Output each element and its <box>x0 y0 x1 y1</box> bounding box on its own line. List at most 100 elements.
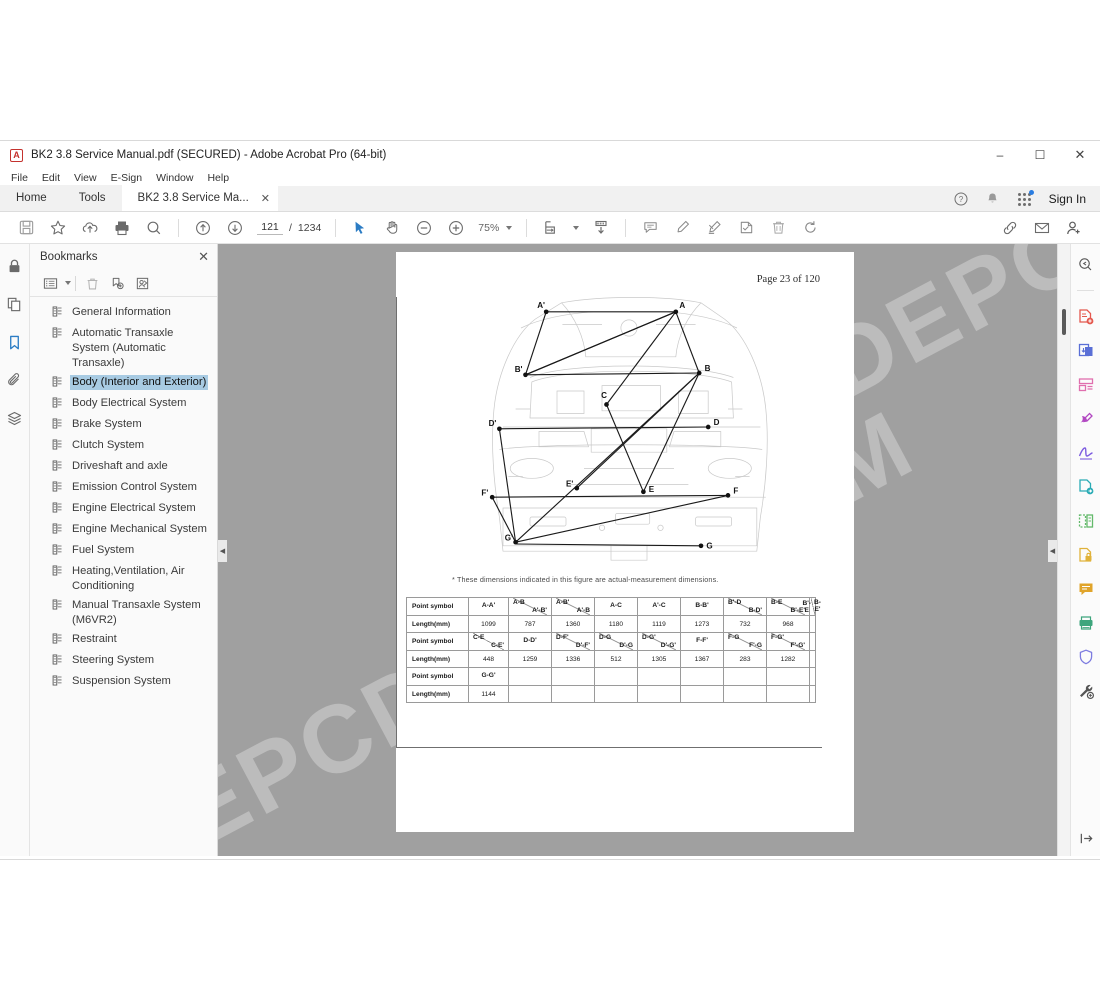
tab-home[interactable]: Home <box>0 185 63 211</box>
edit-pdf-icon[interactable] <box>1076 409 1096 429</box>
bookmark-item[interactable]: Driveshaft and axle <box>30 457 217 478</box>
menu-window[interactable]: Window <box>149 171 200 185</box>
print-icon[interactable] <box>106 214 138 242</box>
protection-shield-icon[interactable] <box>1076 647 1096 667</box>
stamp-icon[interactable] <box>730 214 762 242</box>
symbol-bottom: D'-G' <box>660 642 676 649</box>
tab-close-icon[interactable]: ✕ <box>261 192 270 205</box>
bookmark-item[interactable]: Manual Transaxle System (M6VR2) <box>30 596 217 630</box>
symbol-single: G-G' <box>481 672 496 679</box>
document-viewport[interactable]: EPCDEPOT.COM EPCDEPOT.COM Page 23 of 120 <box>218 244 1070 856</box>
chevron-down-icon-fit[interactable] <box>573 225 580 230</box>
link-icon[interactable] <box>994 214 1026 242</box>
fit-page-icon[interactable] <box>535 214 567 242</box>
delete-icon[interactable] <box>762 214 794 242</box>
create-pdf-icon[interactable] <box>1076 307 1096 327</box>
zoom-in-button[interactable] <box>440 214 472 242</box>
upload-cloud-icon[interactable] <box>74 214 106 242</box>
bookmark-item[interactable]: Clutch System <box>30 436 217 457</box>
menu-edit[interactable]: Edit <box>35 171 67 185</box>
mail-icon[interactable] <box>1026 214 1058 242</box>
tab-document-label: BK2 3.8 Service Ma... <box>137 192 249 204</box>
bookmark-item[interactable]: Engine Mechanical System <box>30 520 217 541</box>
delete-bookmark-icon[interactable] <box>80 272 105 294</box>
layers-icon[interactable] <box>5 408 25 428</box>
next-page-button[interactable] <box>219 214 251 242</box>
fill-and-sign-icon[interactable] <box>1076 443 1096 463</box>
collapse-left-panel-button[interactable]: ◀ <box>218 540 227 562</box>
page-thumbnails-icon[interactable] <box>5 294 25 314</box>
bookmark-item[interactable]: Steering System <box>30 651 217 672</box>
help-icon[interactable]: ? <box>953 191 969 207</box>
sign-in-button[interactable]: Sign In <box>1049 192 1086 206</box>
bookmark-item-label: Heating,Ventilation, Air Conditioning <box>72 565 185 592</box>
scan-and-ocr-icon[interactable] <box>1076 613 1096 633</box>
collapse-right-panel-button[interactable]: ◀ <box>1048 540 1057 562</box>
bookmarks-icon[interactable] <box>5 332 25 352</box>
bookmark-item[interactable]: Heating,Ventilation, Air Conditioning <box>30 562 217 596</box>
maximize-button[interactable]: ☐ <box>1020 141 1060 169</box>
save-icon[interactable] <box>10 214 42 242</box>
options-list-icon[interactable] <box>38 272 63 294</box>
svg-text:?: ? <box>958 195 963 204</box>
menu-esign[interactable]: E-Sign <box>104 171 150 185</box>
bookmark-item-label: Driveshaft and axle <box>72 460 168 472</box>
bookmark-item[interactable]: Automatic Transaxle System (Automatic Tr… <box>30 324 217 373</box>
bookmark-item[interactable]: Fuel System <box>30 541 217 562</box>
document-scrollbar[interactable] <box>1057 244 1070 856</box>
add-user-icon[interactable] <box>1058 214 1090 242</box>
symbol-single: A-A' <box>481 602 496 609</box>
bookmark-item[interactable]: Emission Control System <box>30 478 217 499</box>
bookmark-item[interactable]: Engine Electrical System <box>30 499 217 520</box>
close-icon[interactable]: ✕ <box>198 249 209 265</box>
bookmark-item[interactable]: General Information <box>30 303 217 324</box>
bookmark-item[interactable]: Restraint <box>30 630 217 651</box>
scrollbar-thumb[interactable] <box>1062 309 1066 335</box>
zoom-level-selector[interactable]: 75% <box>478 222 513 234</box>
comment-icon[interactable] <box>634 214 666 242</box>
compare-files-icon[interactable] <box>1076 511 1096 531</box>
tab-document[interactable]: BK2 3.8 Service Ma... ✕ <box>121 185 278 211</box>
protect-icon[interactable] <box>1076 545 1096 565</box>
minimize-button[interactable]: – <box>980 141 1020 169</box>
hand-icon[interactable] <box>376 214 408 242</box>
tab-tools[interactable]: Tools <box>62 185 122 211</box>
length-value-cell <box>594 685 638 703</box>
menu-help[interactable]: Help <box>200 171 236 185</box>
page-number-input[interactable]: 121 <box>257 221 283 235</box>
security-lock-icon[interactable] <box>5 256 25 276</box>
menu-file[interactable]: File <box>4 171 35 185</box>
bookmark-item[interactable]: Brake System <box>30 415 217 436</box>
send-for-signature-icon[interactable] <box>1076 477 1096 497</box>
export-pdf-icon[interactable] <box>1076 341 1096 361</box>
chevron-down-icon[interactable] <box>506 225 513 230</box>
add-to-favorites-icon[interactable] <box>42 214 74 242</box>
fit-options-dropdown[interactable] <box>573 225 580 230</box>
bell-icon[interactable] <box>985 191 1001 207</box>
select-cursor-icon[interactable] <box>344 214 376 242</box>
new-bookmark-icon[interactable] <box>105 272 130 294</box>
search-tool-icon[interactable] <box>1076 254 1096 274</box>
point-symbol-cell <box>594 667 638 686</box>
chevron-down-icon-bookmarks[interactable] <box>65 281 71 285</box>
search-icon[interactable] <box>138 214 170 242</box>
rotate-icon[interactable] <box>794 214 826 242</box>
bookmark-item[interactable]: Body (Interior and Exterior) <box>30 373 217 394</box>
bookmark-item[interactable]: Body Electrical System <box>30 394 217 415</box>
previous-page-button[interactable] <box>187 214 219 242</box>
apps-grid-icon[interactable] <box>1017 190 1034 207</box>
collapse-tools-panel-button[interactable] <box>1071 831 1100 846</box>
page-scroll-icon[interactable] <box>585 214 617 242</box>
bookmark-item[interactable]: Suspension System <box>30 672 217 693</box>
edit-bookmark-icon[interactable] <box>130 272 155 294</box>
more-tools-icon[interactable] <box>1076 681 1096 701</box>
comment-tool-icon[interactable] <box>1076 579 1096 599</box>
highlight-icon[interactable] <box>666 214 698 242</box>
close-button[interactable]: ✕ <box>1060 141 1100 169</box>
zoom-out-button[interactable] <box>408 214 440 242</box>
menu-view[interactable]: View <box>67 171 104 185</box>
pdf-page: Page 23 of 120 A' A B' B C D' D E' E F' … <box>396 252 854 832</box>
draw-icon[interactable] <box>698 214 730 242</box>
attachments-icon[interactable] <box>5 370 25 390</box>
organize-pages-icon[interactable] <box>1076 375 1096 395</box>
